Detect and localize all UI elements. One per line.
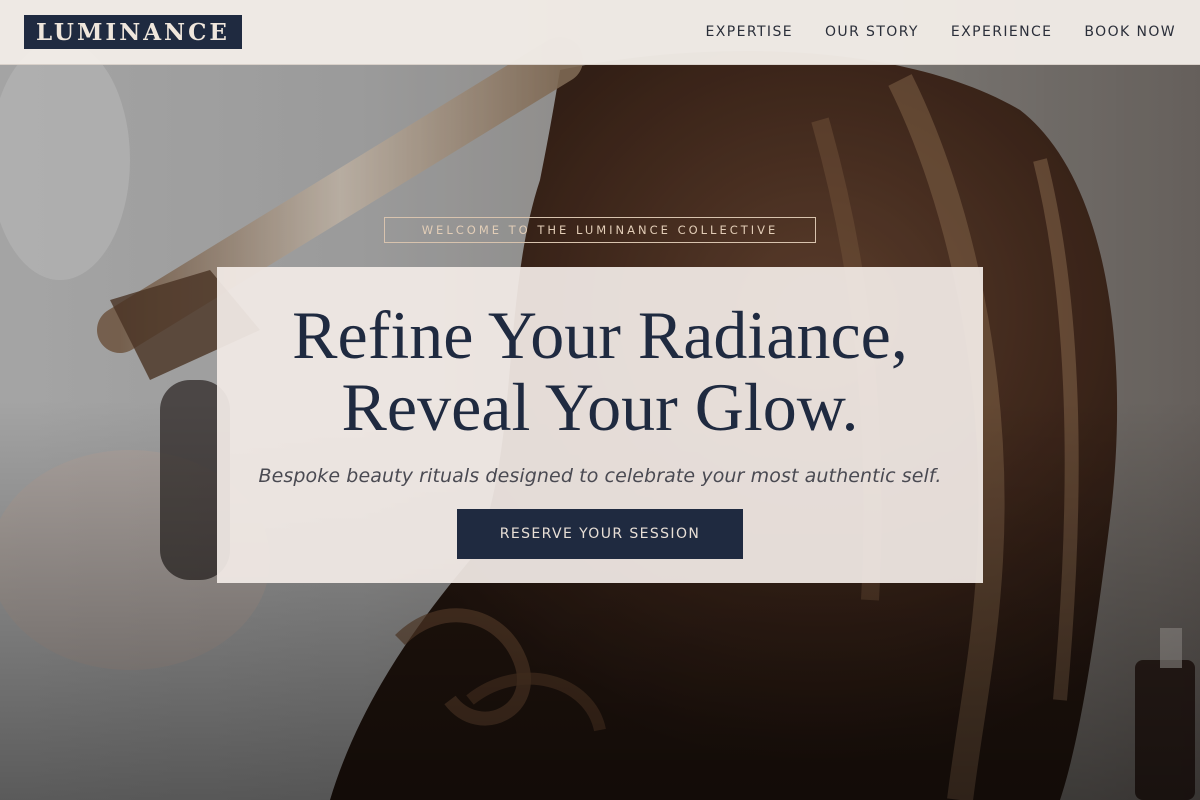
hero-title: Refine Your Radiance, Reveal Your Glow. — [292, 299, 908, 443]
nav-link-experience[interactable]: EXPERIENCE — [951, 24, 1053, 40]
nav-link-expertise[interactable]: EXPERTISE — [706, 24, 793, 40]
reserve-session-button[interactable]: RESERVE YOUR SESSION — [457, 509, 743, 559]
hero-title-line-1: Refine Your Radiance, — [292, 297, 908, 373]
main-nav: EXPERTISE OUR STORY EXPERIENCE BOOK NOW — [706, 24, 1176, 40]
hero-card: Refine Your Radiance, Reveal Your Glow. … — [217, 267, 983, 583]
nav-link-book-now[interactable]: BOOK NOW — [1084, 24, 1176, 40]
hero-subtitle: Bespoke beauty rituals designed to celeb… — [258, 465, 942, 487]
hero-title-line-2: Reveal Your Glow. — [341, 369, 859, 445]
site-header: LUMINANCE EXPERTISE OUR STORY EXPERIENCE… — [0, 0, 1200, 65]
nav-link-our-story[interactable]: OUR STORY — [825, 24, 919, 40]
brand-logo[interactable]: LUMINANCE — [24, 15, 242, 49]
hero-eyebrow-label: WELCOME TO THE LUMINANCE COLLECTIVE — [384, 217, 816, 243]
